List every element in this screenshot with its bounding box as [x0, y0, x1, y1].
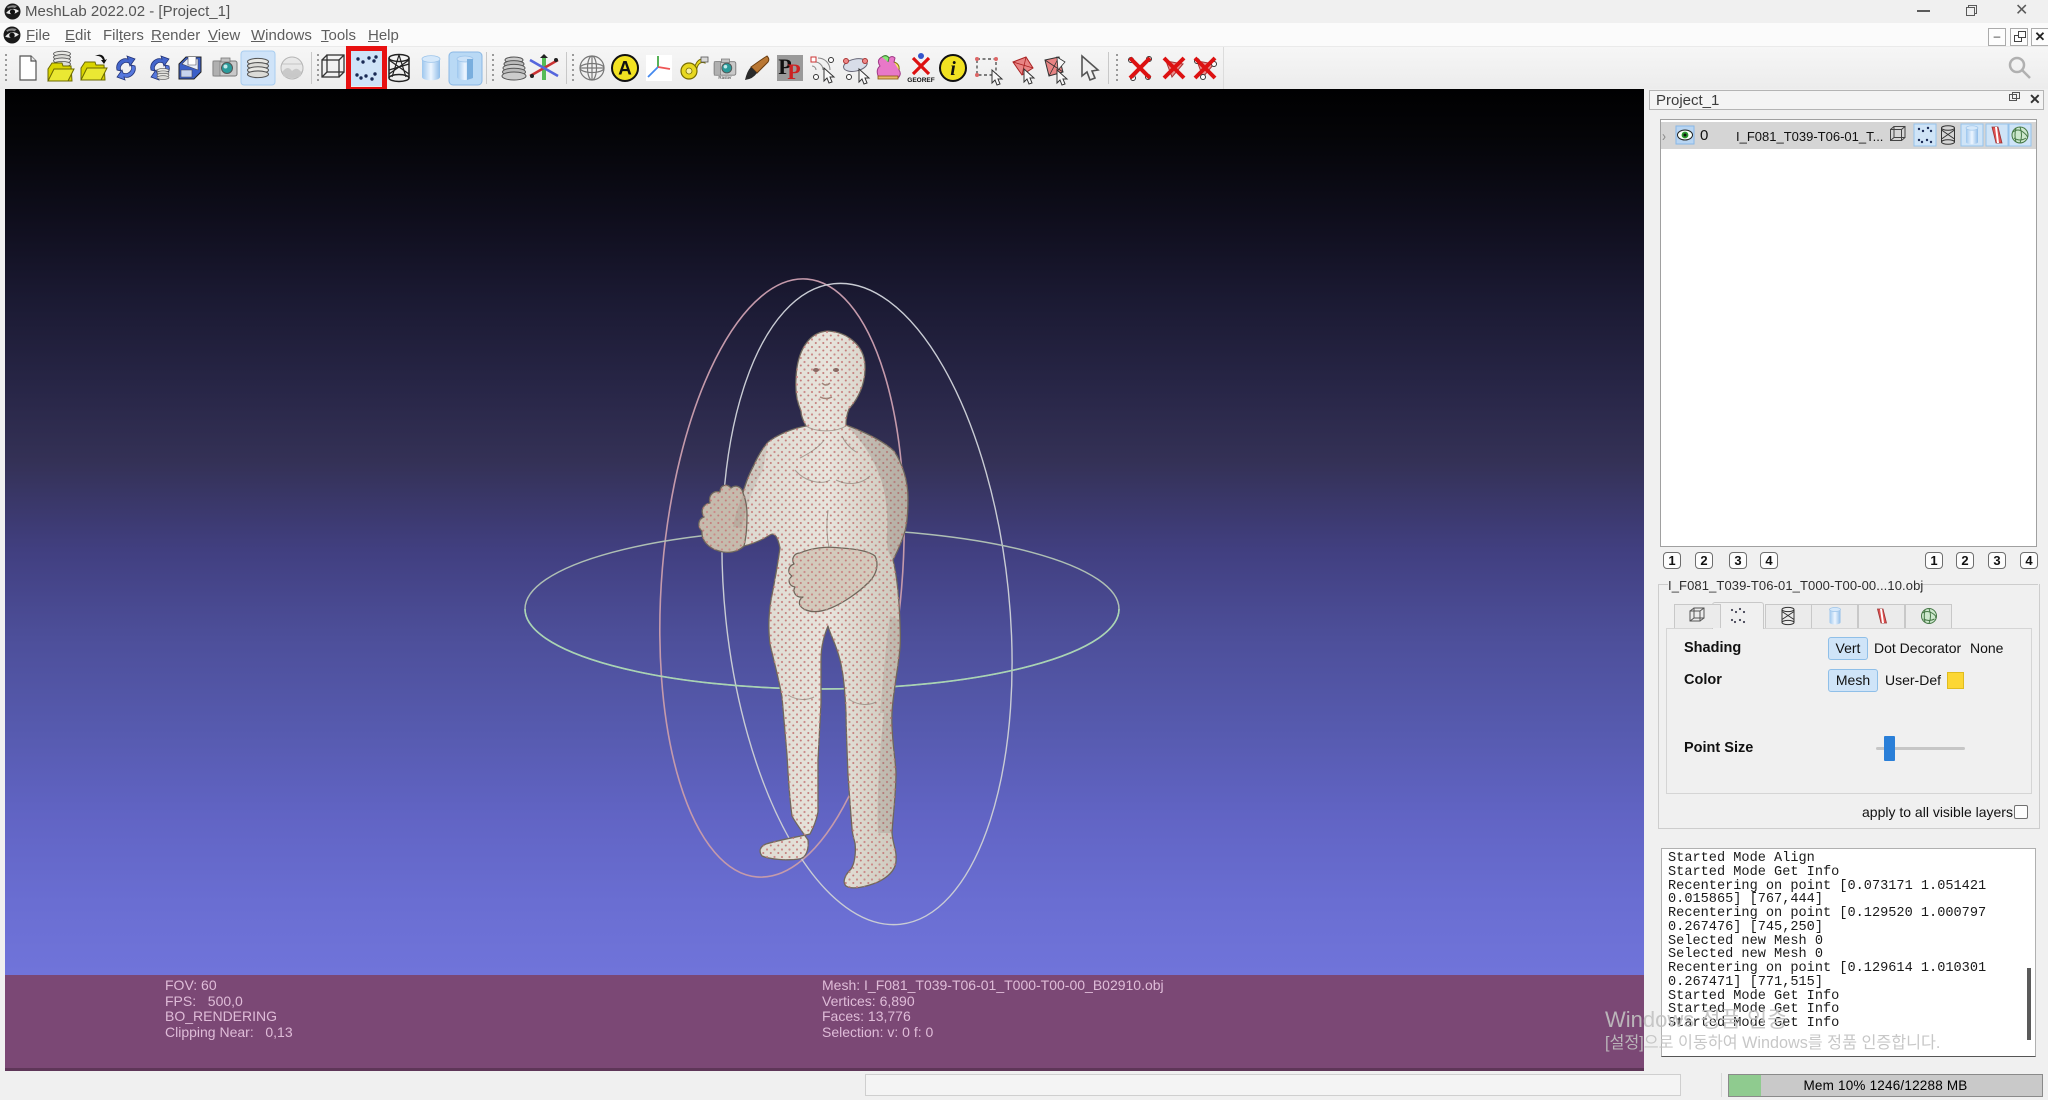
svg-text:GEOREF: GEOREF [907, 77, 934, 84]
svg-text:i: i [950, 58, 956, 80]
svg-text:Raster: Raster [718, 75, 732, 80]
svg-text:A: A [618, 59, 632, 80]
svg-text:P: P [787, 59, 800, 84]
